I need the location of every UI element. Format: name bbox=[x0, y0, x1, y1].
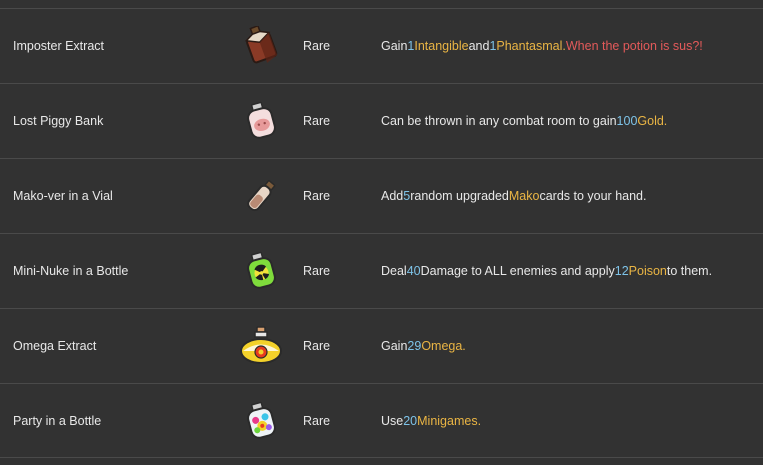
potion-description: Gain 1 Intangible and 1 Phantasmal. When… bbox=[381, 39, 703, 53]
piggy-bank-bottle-icon bbox=[238, 84, 284, 158]
table-row: Imposter Extract Rare Gain 1 Intangible … bbox=[0, 8, 763, 83]
potion-description: Can be thrown in any combat room to gain… bbox=[381, 114, 668, 128]
potion-name: Party in a Bottle bbox=[13, 414, 102, 428]
omega-flask-icon bbox=[238, 309, 284, 383]
party-bottle-icon bbox=[238, 384, 284, 458]
table-row: Party in a Bottle Rare Use 20 Minigames. bbox=[0, 383, 763, 458]
potion-table: Imposter Extract Rare Gain 1 Intangible … bbox=[0, 0, 763, 465]
potion-name: Lost Piggy Bank bbox=[13, 114, 104, 128]
potion-name: Mini-Nuke in a Bottle bbox=[13, 264, 129, 278]
potion-name: Imposter Extract bbox=[13, 39, 104, 53]
potion-name: Mako-ver in a Vial bbox=[13, 189, 113, 203]
potion-rarity: Rare bbox=[303, 39, 331, 53]
potion-name: Omega Extract bbox=[13, 339, 97, 353]
table-row: Mini-Nuke in a Bottle Rare Deal 40 Damag… bbox=[0, 233, 763, 308]
vial-icon bbox=[238, 159, 284, 233]
imposter-extract-icon bbox=[238, 9, 284, 83]
potion-rarity: Rare bbox=[303, 339, 331, 353]
potion-rarity: Rare bbox=[303, 114, 331, 128]
potion-description: Add 5 random upgraded Mako cards to your… bbox=[381, 189, 647, 203]
table-row: Lost Piggy Bank Rare Can be thrown in an… bbox=[0, 83, 763, 158]
table-row: Mako-ver in a Vial Rare Add 5 random upg… bbox=[0, 158, 763, 233]
potion-rarity: Rare bbox=[303, 414, 331, 428]
nuke-bottle-icon bbox=[238, 234, 284, 308]
potion-rarity: Rare bbox=[303, 264, 331, 278]
potion-rarity: Rare bbox=[303, 189, 331, 203]
potion-description: Use 20 Minigames. bbox=[381, 414, 482, 428]
table-row: Omega Extract Rare Gain 29 Omega. bbox=[0, 308, 763, 383]
potion-description: Deal 40 Damage to ALL enemies and apply … bbox=[381, 264, 713, 278]
potion-description: Gain 29 Omega. bbox=[381, 339, 466, 353]
